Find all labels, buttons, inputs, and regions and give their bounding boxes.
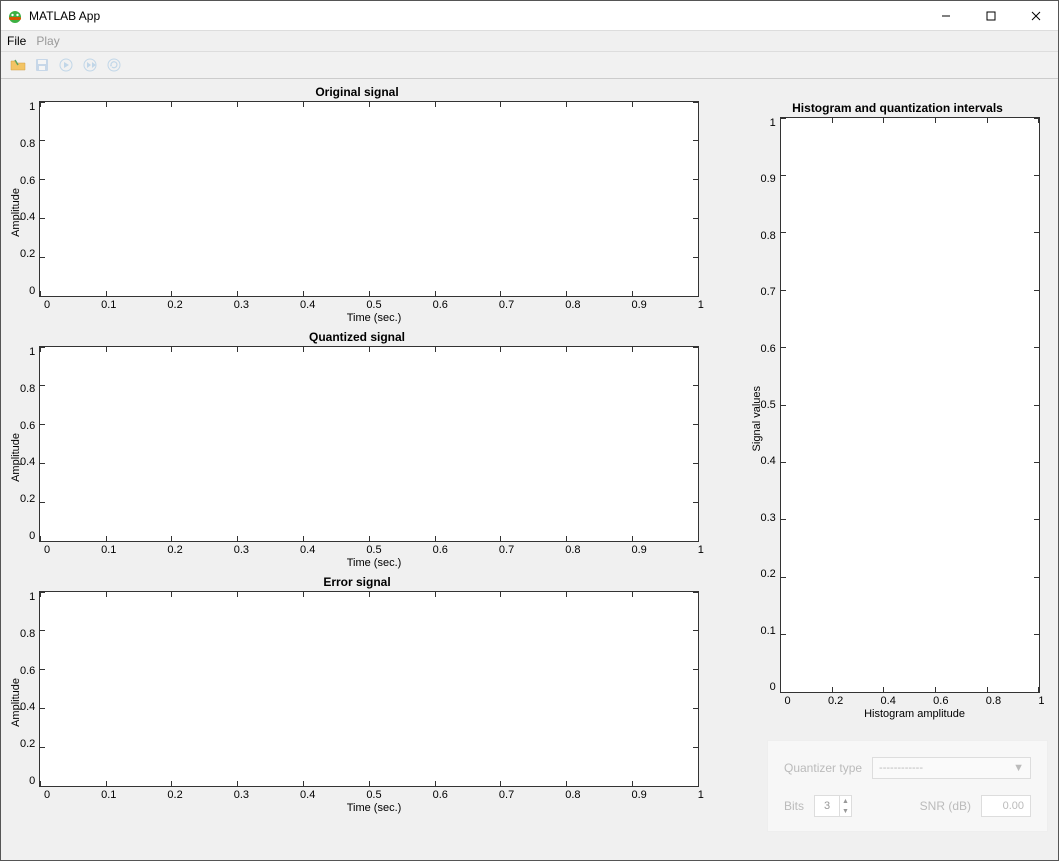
plot-error-axes[interactable] [39, 591, 699, 787]
repeat-icon [105, 56, 123, 74]
plot-quantized-xticks: 0 0.1 0.2 0.3 0.4 0.5 0.6 0.7 0.8 0.9 1 [44, 542, 704, 556]
window-title: MATLAB App [29, 9, 923, 23]
right-column: Histogram and quantization intervals Sig… [747, 85, 1048, 854]
plot-quantized-title: Quantized signal [309, 330, 405, 344]
plot-quantized-axes[interactable] [39, 346, 699, 542]
spinner-up-icon[interactable]: ▲ [840, 796, 851, 806]
plot-original-yticks: 1 0.8 0.6 0.4 0.2 0 [20, 101, 39, 297]
snr-readout: 0.00 [981, 795, 1031, 817]
open-folder-icon[interactable] [9, 56, 27, 74]
save-icon [33, 56, 51, 74]
quantizer-type-dropdown[interactable]: ------------ ▼ [872, 757, 1031, 779]
window-titlebar: MATLAB App [1, 1, 1058, 31]
plot-original-xticks: 0 0.1 0.2 0.3 0.4 0.5 0.6 0.7 0.8 0.9 1 [44, 297, 704, 311]
chevron-down-icon: ▼ [1013, 762, 1024, 774]
main-content: Original signal Amplitude 1 0.8 0.6 0.4 … [1, 79, 1058, 860]
plot-original-ylabel: Amplitude [10, 188, 22, 237]
snr-label: SNR (dB) [920, 799, 971, 813]
plot-original-axes[interactable] [39, 101, 699, 297]
plot-error-title: Error signal [323, 575, 390, 589]
menu-play: Play [36, 34, 59, 48]
bits-spinner[interactable]: 3 ▲ ▼ [814, 795, 852, 817]
plot-error-xlabel: Time (sec.) [44, 802, 704, 814]
plot-error-yticks: 1 0.8 0.6 0.4 0.2 0 [20, 591, 39, 787]
play-loop-icon [81, 56, 99, 74]
plot-quantized: Quantized signal Amplitude 1 0.8 0.6 0.4… [7, 330, 707, 569]
left-column: Original signal Amplitude 1 0.8 0.6 0.4 … [7, 85, 707, 854]
plot-error: Error signal Amplitude 1 0.8 0.6 0.4 0.2… [7, 575, 707, 814]
plot-original-xlabel: Time (sec.) [44, 312, 704, 324]
controls-panel: Quantizer type ------------ ▼ Bits 3 ▲ ▼… [767, 740, 1048, 832]
plot-quantized-ylabel: Amplitude [10, 433, 22, 482]
menubar: File Play [1, 31, 1058, 51]
plot-quantized-xlabel: Time (sec.) [44, 557, 704, 569]
plot-original-title: Original signal [315, 85, 398, 99]
quantizer-type-label: Quantizer type [784, 761, 862, 775]
plot-histogram-axes[interactable] [780, 117, 1040, 693]
play-icon [57, 56, 75, 74]
toolbar [1, 51, 1058, 79]
plot-histogram-xlabel: Histogram amplitude [785, 708, 1045, 720]
close-button[interactable] [1013, 1, 1058, 31]
plot-histogram: Histogram and quantization intervals Sig… [747, 101, 1048, 720]
plot-original: Original signal Amplitude 1 0.8 0.6 0.4 … [7, 85, 707, 324]
plot-histogram-yticks: 1 0.9 0.8 0.7 0.6 0.5 0.4 0.3 0.2 0.1 0 [761, 117, 780, 693]
spinner-down-icon[interactable]: ▼ [840, 806, 851, 816]
minimize-button[interactable] [923, 1, 968, 31]
plot-histogram-ylabel: Signal values [751, 386, 763, 451]
bits-label: Bits [784, 799, 804, 813]
menu-file[interactable]: File [7, 34, 26, 48]
plot-histogram-title: Histogram and quantization intervals [792, 101, 1003, 115]
plot-quantized-yticks: 1 0.8 0.6 0.4 0.2 0 [20, 346, 39, 542]
plot-histogram-xticks: 0 0.2 0.4 0.6 0.8 1 [785, 693, 1045, 707]
maximize-button[interactable] [968, 1, 1013, 31]
plot-error-xticks: 0 0.1 0.2 0.3 0.4 0.5 0.6 0.7 0.8 0.9 1 [44, 787, 704, 801]
plot-error-ylabel: Amplitude [10, 678, 22, 727]
app-icon [7, 8, 23, 24]
